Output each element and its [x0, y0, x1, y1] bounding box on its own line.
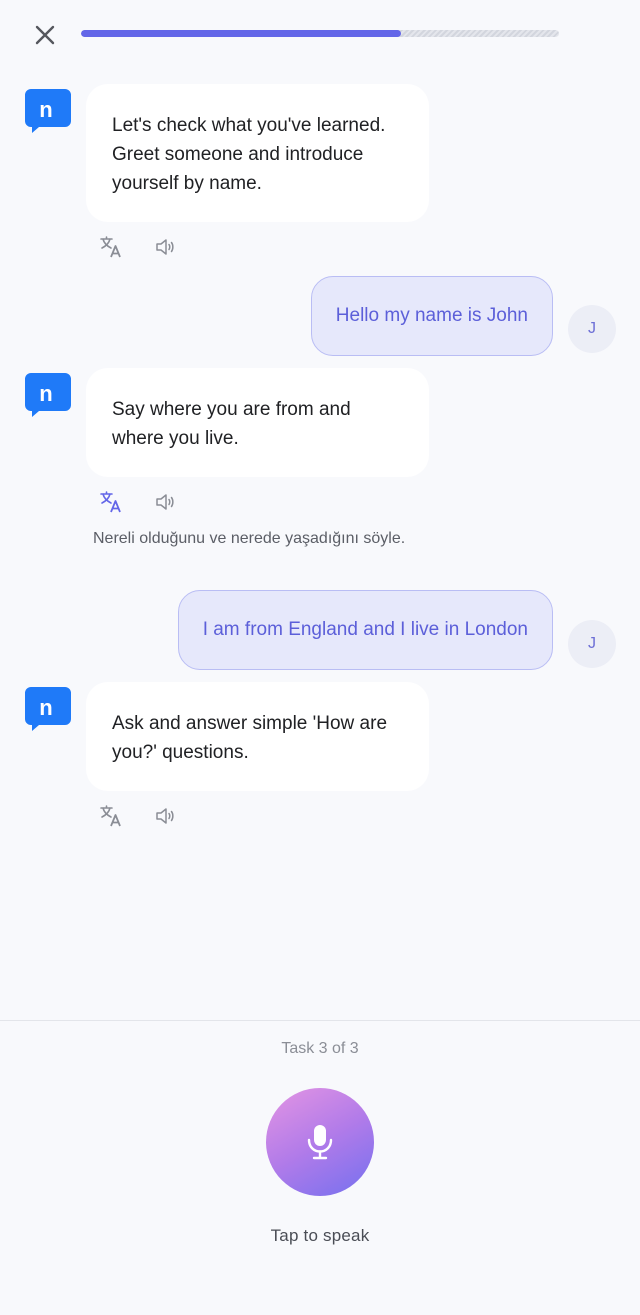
user-bubble: Hello my name is John	[310, 276, 553, 356]
svg-text:n: n	[39, 97, 52, 122]
speaker-button[interactable]	[152, 489, 178, 515]
user-avatar-letter: J	[588, 320, 596, 337]
bot-message: n Say where you are from and where you l…	[0, 368, 640, 583]
microphone-button[interactable]	[266, 1088, 374, 1196]
close-button[interactable]	[28, 18, 62, 52]
user-message-text: Hello my name is John	[335, 305, 528, 326]
tap-to-speak-label: Tap to speak	[270, 1226, 370, 1245]
microphone-icon	[307, 1125, 333, 1160]
user-message: I am from England and I live in London J	[0, 590, 640, 670]
bot-bubble: Ask and answer simple 'How are you?' que…	[86, 682, 429, 791]
translate-icon	[100, 491, 121, 513]
progress-bar	[81, 30, 559, 37]
translation-text: Nereli olduğunu ve nerede yaşadığını söy…	[93, 530, 406, 547]
bot-message-text: Say where you are from and where you liv…	[112, 399, 351, 449]
bot-message: n Let's check what you've learned. Greet…	[0, 84, 640, 264]
bot-bubble: Let's check what you've learned. Greet s…	[86, 84, 429, 222]
message-tools	[98, 234, 178, 260]
translate-icon	[100, 236, 121, 258]
progress-fill	[81, 30, 402, 37]
speaker-icon	[156, 239, 174, 255]
bot-message-text: Ask and answer simple 'How are you?' que…	[112, 713, 388, 763]
speaker-button[interactable]	[152, 234, 178, 260]
translate-button[interactable]	[98, 803, 124, 829]
svg-text:n: n	[39, 381, 52, 406]
speaker-icon	[156, 494, 174, 510]
user-avatar: J	[568, 620, 616, 668]
user-avatar-letter: J	[588, 635, 596, 652]
user-message: Hello my name is John J	[0, 276, 640, 356]
brand-logo-icon: n	[25, 687, 71, 731]
user-bubble: I am from England and I live in London	[177, 590, 553, 670]
speaker-icon	[156, 808, 174, 824]
bot-avatar: n	[25, 687, 71, 731]
task-counter: Task 3 of 3	[281, 1040, 359, 1057]
bot-message: n Ask and answer simple 'How are you?' q…	[0, 682, 640, 842]
translate-button[interactable]	[98, 489, 124, 515]
message-tools	[98, 803, 178, 829]
bot-avatar: n	[25, 373, 71, 417]
bot-bubble: Say where you are from and where you liv…	[86, 368, 429, 477]
speaker-button[interactable]	[152, 803, 178, 829]
user-avatar: J	[568, 305, 616, 353]
brand-logo-icon: n	[25, 89, 71, 133]
user-message-text: I am from England and I live in London	[202, 619, 528, 640]
svg-text:n: n	[39, 695, 52, 720]
translate-icon	[100, 805, 121, 827]
header	[0, 0, 640, 70]
close-icon	[35, 25, 55, 45]
bot-message-text: Let's check what you've learned. Greet s…	[112, 115, 386, 194]
translate-button[interactable]	[98, 234, 124, 260]
message-tools	[98, 489, 178, 515]
bot-avatar: n	[25, 89, 71, 133]
footer: Task 3 of 3 Tap to speak	[0, 1020, 640, 1315]
brand-logo-icon: n	[25, 373, 71, 417]
